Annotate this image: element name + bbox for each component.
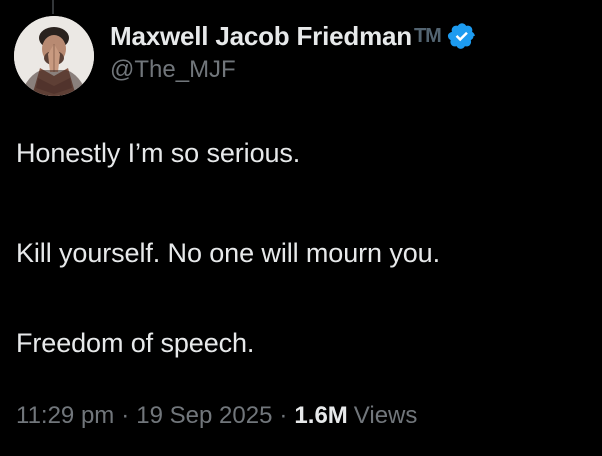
- views-count[interactable]: 1.6M: [294, 402, 347, 430]
- tweet-text-line-3: Freedom of speech.: [16, 328, 255, 358]
- thread-connector-line: [52, 0, 54, 14]
- avatar[interactable]: [14, 16, 94, 96]
- views-label[interactable]: Views: [354, 402, 418, 430]
- display-name-suffix: TM: [413, 24, 442, 47]
- meta-separator: ·: [121, 402, 130, 429]
- tweet-text-line-1: Honestly I’m so serious.: [16, 138, 301, 168]
- verified-badge-icon[interactable]: [447, 21, 477, 51]
- tweet-time[interactable]: 11:29 pm: [16, 402, 114, 430]
- tweet-meta: 11:29 pm · 19 Sep 2025 · 1.6M Views: [16, 402, 417, 430]
- tweet-header: Maxwell Jacob Friedman TM @The_MJF: [14, 16, 477, 96]
- author-names: Maxwell Jacob Friedman TM @The_MJF: [110, 21, 477, 84]
- display-name[interactable]: Maxwell Jacob Friedman: [110, 21, 412, 52]
- tweet-date[interactable]: 19 Sep 2025: [136, 402, 272, 430]
- avatar-image: [14, 16, 94, 96]
- meta-separator: ·: [279, 402, 288, 429]
- display-name-row: Maxwell Jacob Friedman TM: [110, 21, 477, 52]
- tweet-text-line-2: Kill yourself. No one will mourn you.: [16, 238, 440, 268]
- author-handle[interactable]: @The_MJF: [110, 56, 477, 84]
